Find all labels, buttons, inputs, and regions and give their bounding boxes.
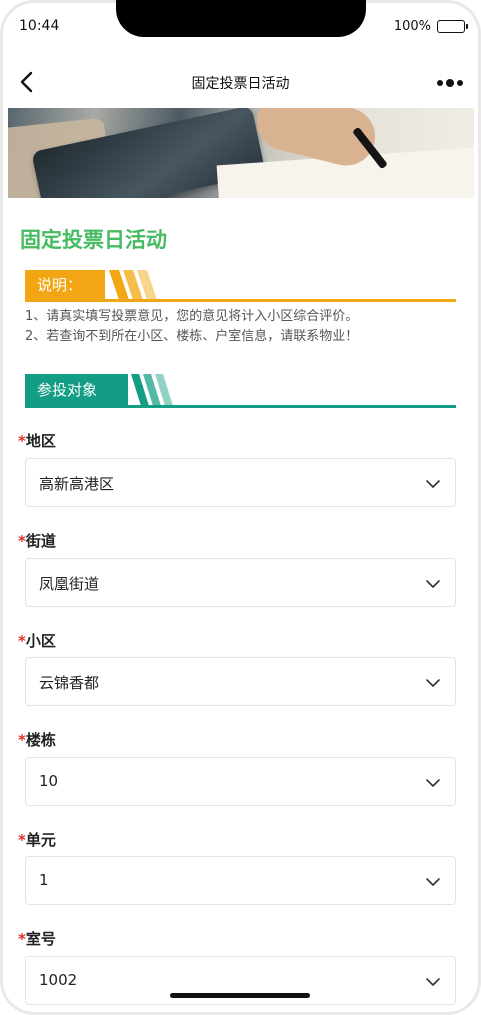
notice-text: 1、请真实填写投票意见，您的意见将计入小区综合评价。 2、若查询不到所在小区、楼…: [25, 307, 465, 347]
street-select[interactable]: 凤凰街道: [25, 558, 456, 607]
required-mark: *: [18, 432, 26, 450]
field-label-text: 地区: [25, 432, 56, 450]
stripes-decoration-icon: [131, 374, 173, 406]
field-label-building: *楼栋: [18, 729, 56, 750]
chevron-down-icon: [426, 779, 440, 787]
page-title: 固定投票日活动: [20, 228, 167, 252]
district-select[interactable]: 高新高港区: [25, 458, 456, 507]
notice-header-label: 说明：: [25, 270, 105, 300]
field-label-text: 小区: [25, 632, 56, 650]
field-label-text: 楼栋: [25, 731, 56, 749]
unit-select[interactable]: 1: [25, 856, 456, 905]
nav-title: 固定投票日活动: [191, 76, 290, 92]
home-indicator[interactable]: [170, 993, 310, 998]
select-value: 云锦香都: [39, 674, 100, 692]
chevron-down-icon: [426, 679, 440, 687]
required-mark: *: [18, 731, 26, 749]
stripes-decoration-icon: [109, 270, 157, 300]
participant-header-label: 参投对象: [25, 374, 128, 406]
status-time: 10:44: [19, 18, 60, 34]
select-value: 10: [39, 772, 59, 790]
notice-line: 2、若查询不到所在小区、楼栋、户室信息，请联系物业！: [25, 329, 359, 344]
required-mark: *: [18, 532, 26, 550]
device-notch: [116, 0, 366, 37]
chevron-down-icon: [426, 878, 440, 886]
building-select[interactable]: 10: [25, 757, 456, 806]
field-label-room: *室号: [18, 928, 56, 949]
field-label-text: 室号: [25, 930, 56, 948]
battery-icon: [437, 20, 468, 33]
field-label-street: *街道: [18, 530, 56, 551]
select-value: 凤凰街道: [39, 575, 100, 593]
notice-section-header: 说明：: [25, 270, 456, 302]
field-label-district: *地区: [18, 430, 56, 451]
navigation-bar: 固定投票日活动: [0, 60, 481, 106]
phone-screen: 10:44 100% 固定投票日活动 固定投票日活动 说明： 1、请真实填写投票…: [0, 0, 481, 1015]
field-label-text: 单元: [25, 831, 56, 849]
required-mark: *: [18, 632, 26, 650]
battery-indicator: 100%: [393, 19, 468, 34]
select-value: 1: [39, 871, 49, 889]
required-mark: *: [18, 930, 26, 948]
required-mark: *: [18, 831, 26, 849]
chevron-down-icon: [426, 978, 440, 986]
field-label-community: *小区: [18, 630, 56, 651]
chevron-down-icon: [426, 480, 440, 488]
participant-section-header: 参投对象: [25, 374, 456, 408]
chevron-down-icon: [426, 580, 440, 588]
field-label-unit: *单元: [18, 829, 56, 850]
more-dots-icon[interactable]: [435, 76, 465, 90]
status-bar: 10:44 100%: [0, 0, 481, 60]
field-label-text: 街道: [25, 532, 56, 550]
banner-image: [8, 108, 474, 198]
battery-percent: 100%: [393, 19, 431, 34]
select-value: 1002: [39, 971, 78, 989]
notice-line: 1、请真实填写投票意见，您的意见将计入小区综合评价。: [25, 309, 359, 324]
community-select[interactable]: 云锦香都: [25, 657, 456, 706]
select-value: 高新高港区: [39, 475, 115, 493]
